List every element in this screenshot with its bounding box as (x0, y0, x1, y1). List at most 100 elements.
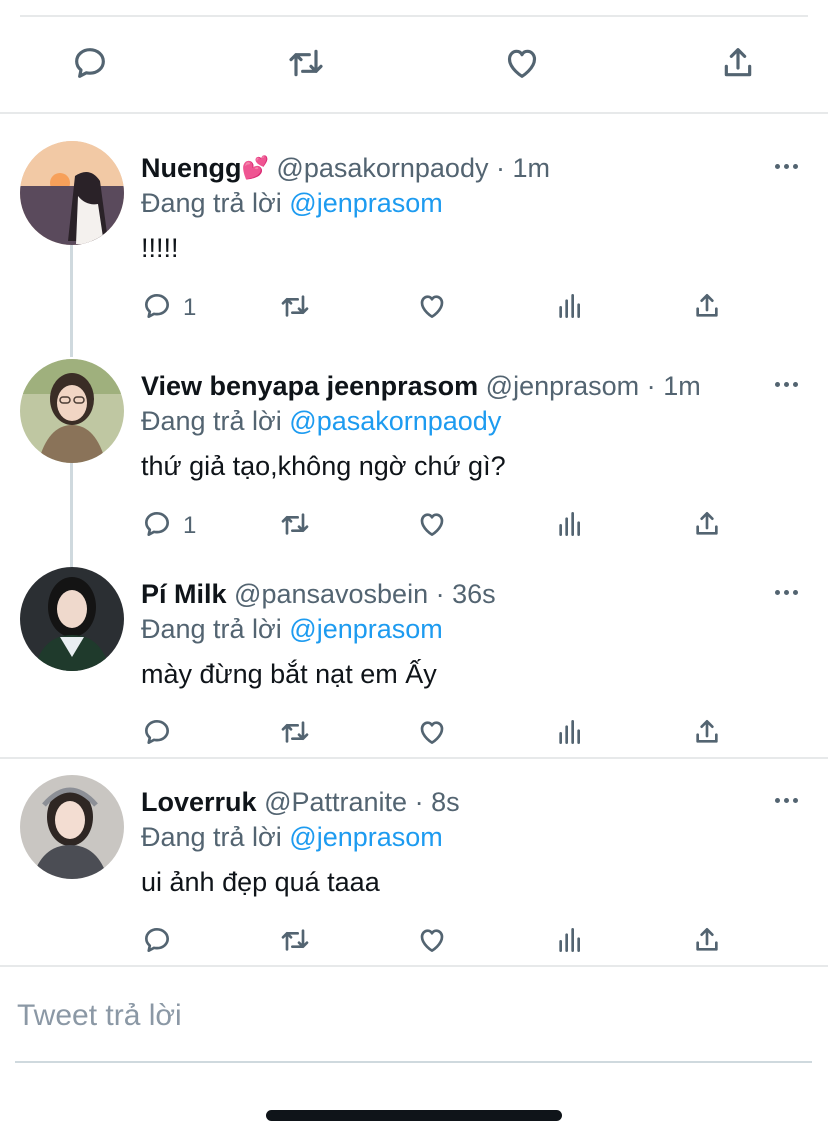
share-icon (691, 290, 723, 327)
replying-to: Đang trả lời @pasakornpaody (141, 404, 501, 438)
analytics-icon (554, 290, 586, 327)
analytics-icon (554, 508, 586, 545)
username[interactable]: @pansavosbein (234, 579, 428, 609)
display-name[interactable]: Nuengg (141, 153, 242, 183)
reply-button[interactable] (141, 712, 183, 756)
tweet-text: thứ giả tạo,không ngờ chứ gì? (141, 451, 506, 481)
timestamp[interactable]: 36s (452, 579, 496, 609)
heart-icon (502, 43, 542, 88)
username[interactable]: @jenprasom (486, 371, 639, 401)
share-button[interactable] (691, 286, 723, 330)
reply-button[interactable]: 1 (141, 504, 196, 548)
separator-dot: · (646, 371, 656, 401)
tweet-text: ui ảnh đẹp quá taaa (141, 867, 380, 897)
timestamp[interactable]: 1m (513, 153, 551, 183)
tweet-actions: 1 (0, 286, 828, 330)
avatar[interactable] (20, 775, 124, 879)
reply-button[interactable]: 1 (141, 286, 196, 330)
reply-icon (141, 508, 173, 545)
like-button[interactable] (416, 712, 448, 756)
reply-count: 1 (183, 294, 197, 321)
replying-to-label: Đang trả lời (141, 188, 282, 218)
share-icon (691, 716, 723, 753)
more-options-button[interactable] (770, 369, 802, 399)
replying-to-label: Đang trả lời (141, 406, 282, 436)
retweet-button[interactable] (279, 504, 311, 548)
timestamp[interactable]: 8s (431, 787, 460, 817)
main-tweet-actions (0, 40, 828, 90)
mention-link[interactable]: @pasakornpaody (289, 406, 501, 436)
more-options-button[interactable] (770, 577, 802, 607)
share-icon (691, 924, 723, 961)
reply-icon (141, 924, 173, 961)
more-options-button[interactable] (770, 151, 802, 181)
name-emoji: 💕 (241, 155, 269, 180)
tweet-actions (0, 712, 828, 756)
main-reply-button[interactable] (65, 40, 115, 90)
timestamp[interactable]: 1m (663, 371, 701, 401)
display-name[interactable]: Loverruk (141, 787, 257, 817)
heart-icon (416, 716, 448, 753)
mention-link[interactable]: @jenprasom (289, 822, 442, 852)
share-button[interactable] (691, 920, 723, 964)
display-name[interactable]: Pí Milk (141, 579, 227, 609)
tweet-header: Pí Milk @pansavosbein · 36s (141, 577, 496, 611)
retweet-icon (279, 290, 311, 327)
tweet-header: View benyapa jeenprasom @jenprasom · 1m (141, 369, 701, 403)
tweet-text: !!!!! (141, 233, 179, 263)
top-divider (20, 15, 808, 17)
separator-dot: · (435, 579, 445, 609)
analytics-button[interactable] (554, 920, 586, 964)
share-icon (691, 508, 723, 545)
retweet-button[interactable] (279, 286, 311, 330)
tweet-header: Nuengg💕 @pasakornpaody · 1m (141, 151, 550, 185)
retweet-button[interactable] (279, 712, 311, 756)
retweet-button[interactable] (279, 920, 311, 964)
avatar[interactable] (20, 567, 124, 671)
reply-icon (141, 716, 173, 753)
display-name[interactable]: View benyapa jeenprasom (141, 371, 478, 401)
share-button[interactable] (691, 712, 723, 756)
main-retweet-button[interactable] (281, 40, 331, 90)
username[interactable]: @Pattranite (264, 787, 407, 817)
like-button[interactable] (416, 286, 448, 330)
reply-tweet[interactable]: Loverruk @Pattranite · 8s Đang trả lời @… (0, 775, 828, 975)
avatar[interactable] (20, 359, 124, 463)
reply-input[interactable]: Tweet trả lời (17, 996, 182, 1036)
divider (0, 965, 828, 967)
heart-icon (416, 508, 448, 545)
heart-icon (416, 290, 448, 327)
home-indicator[interactable] (266, 1110, 562, 1121)
heart-icon (416, 924, 448, 961)
tweet-text: mày đừng bắt nạt em Ấy (141, 659, 437, 689)
reply-tweet[interactable]: Pí Milk @pansavosbein · 36s Đang trả lời… (0, 567, 828, 767)
analytics-icon (554, 716, 586, 753)
replying-to-label: Đang trả lời (141, 614, 282, 644)
mention-link[interactable]: @jenprasom (289, 188, 442, 218)
analytics-button[interactable] (554, 286, 586, 330)
replying-to: Đang trả lời @jenprasom (141, 820, 443, 854)
analytics-button[interactable] (554, 712, 586, 756)
like-button[interactable] (416, 504, 448, 548)
retweet-icon (286, 43, 326, 88)
main-share-button[interactable] (713, 40, 763, 90)
reply-icon (70, 43, 110, 88)
mention-link[interactable]: @jenprasom (289, 614, 442, 644)
retweet-icon (279, 508, 311, 545)
retweet-icon (279, 924, 311, 961)
divider (0, 757, 828, 759)
share-button[interactable] (691, 504, 723, 548)
reply-tweet[interactable]: View benyapa jeenprasom @jenprasom · 1m … (0, 359, 828, 559)
avatar[interactable] (20, 141, 124, 245)
reply-count: 1 (183, 512, 197, 539)
separator-dot: · (414, 787, 424, 817)
analytics-button[interactable] (554, 504, 586, 548)
main-like-button[interactable] (497, 40, 547, 90)
like-button[interactable] (416, 920, 448, 964)
reply-button[interactable] (141, 920, 183, 964)
more-options-button[interactable] (770, 785, 802, 815)
reply-tweet[interactable]: Nuengg💕 @pasakornpaody · 1m Đang trả lời… (0, 141, 828, 341)
username[interactable]: @pasakornpaody (276, 153, 488, 183)
share-icon (718, 43, 758, 88)
separator-dot: · (495, 153, 505, 183)
